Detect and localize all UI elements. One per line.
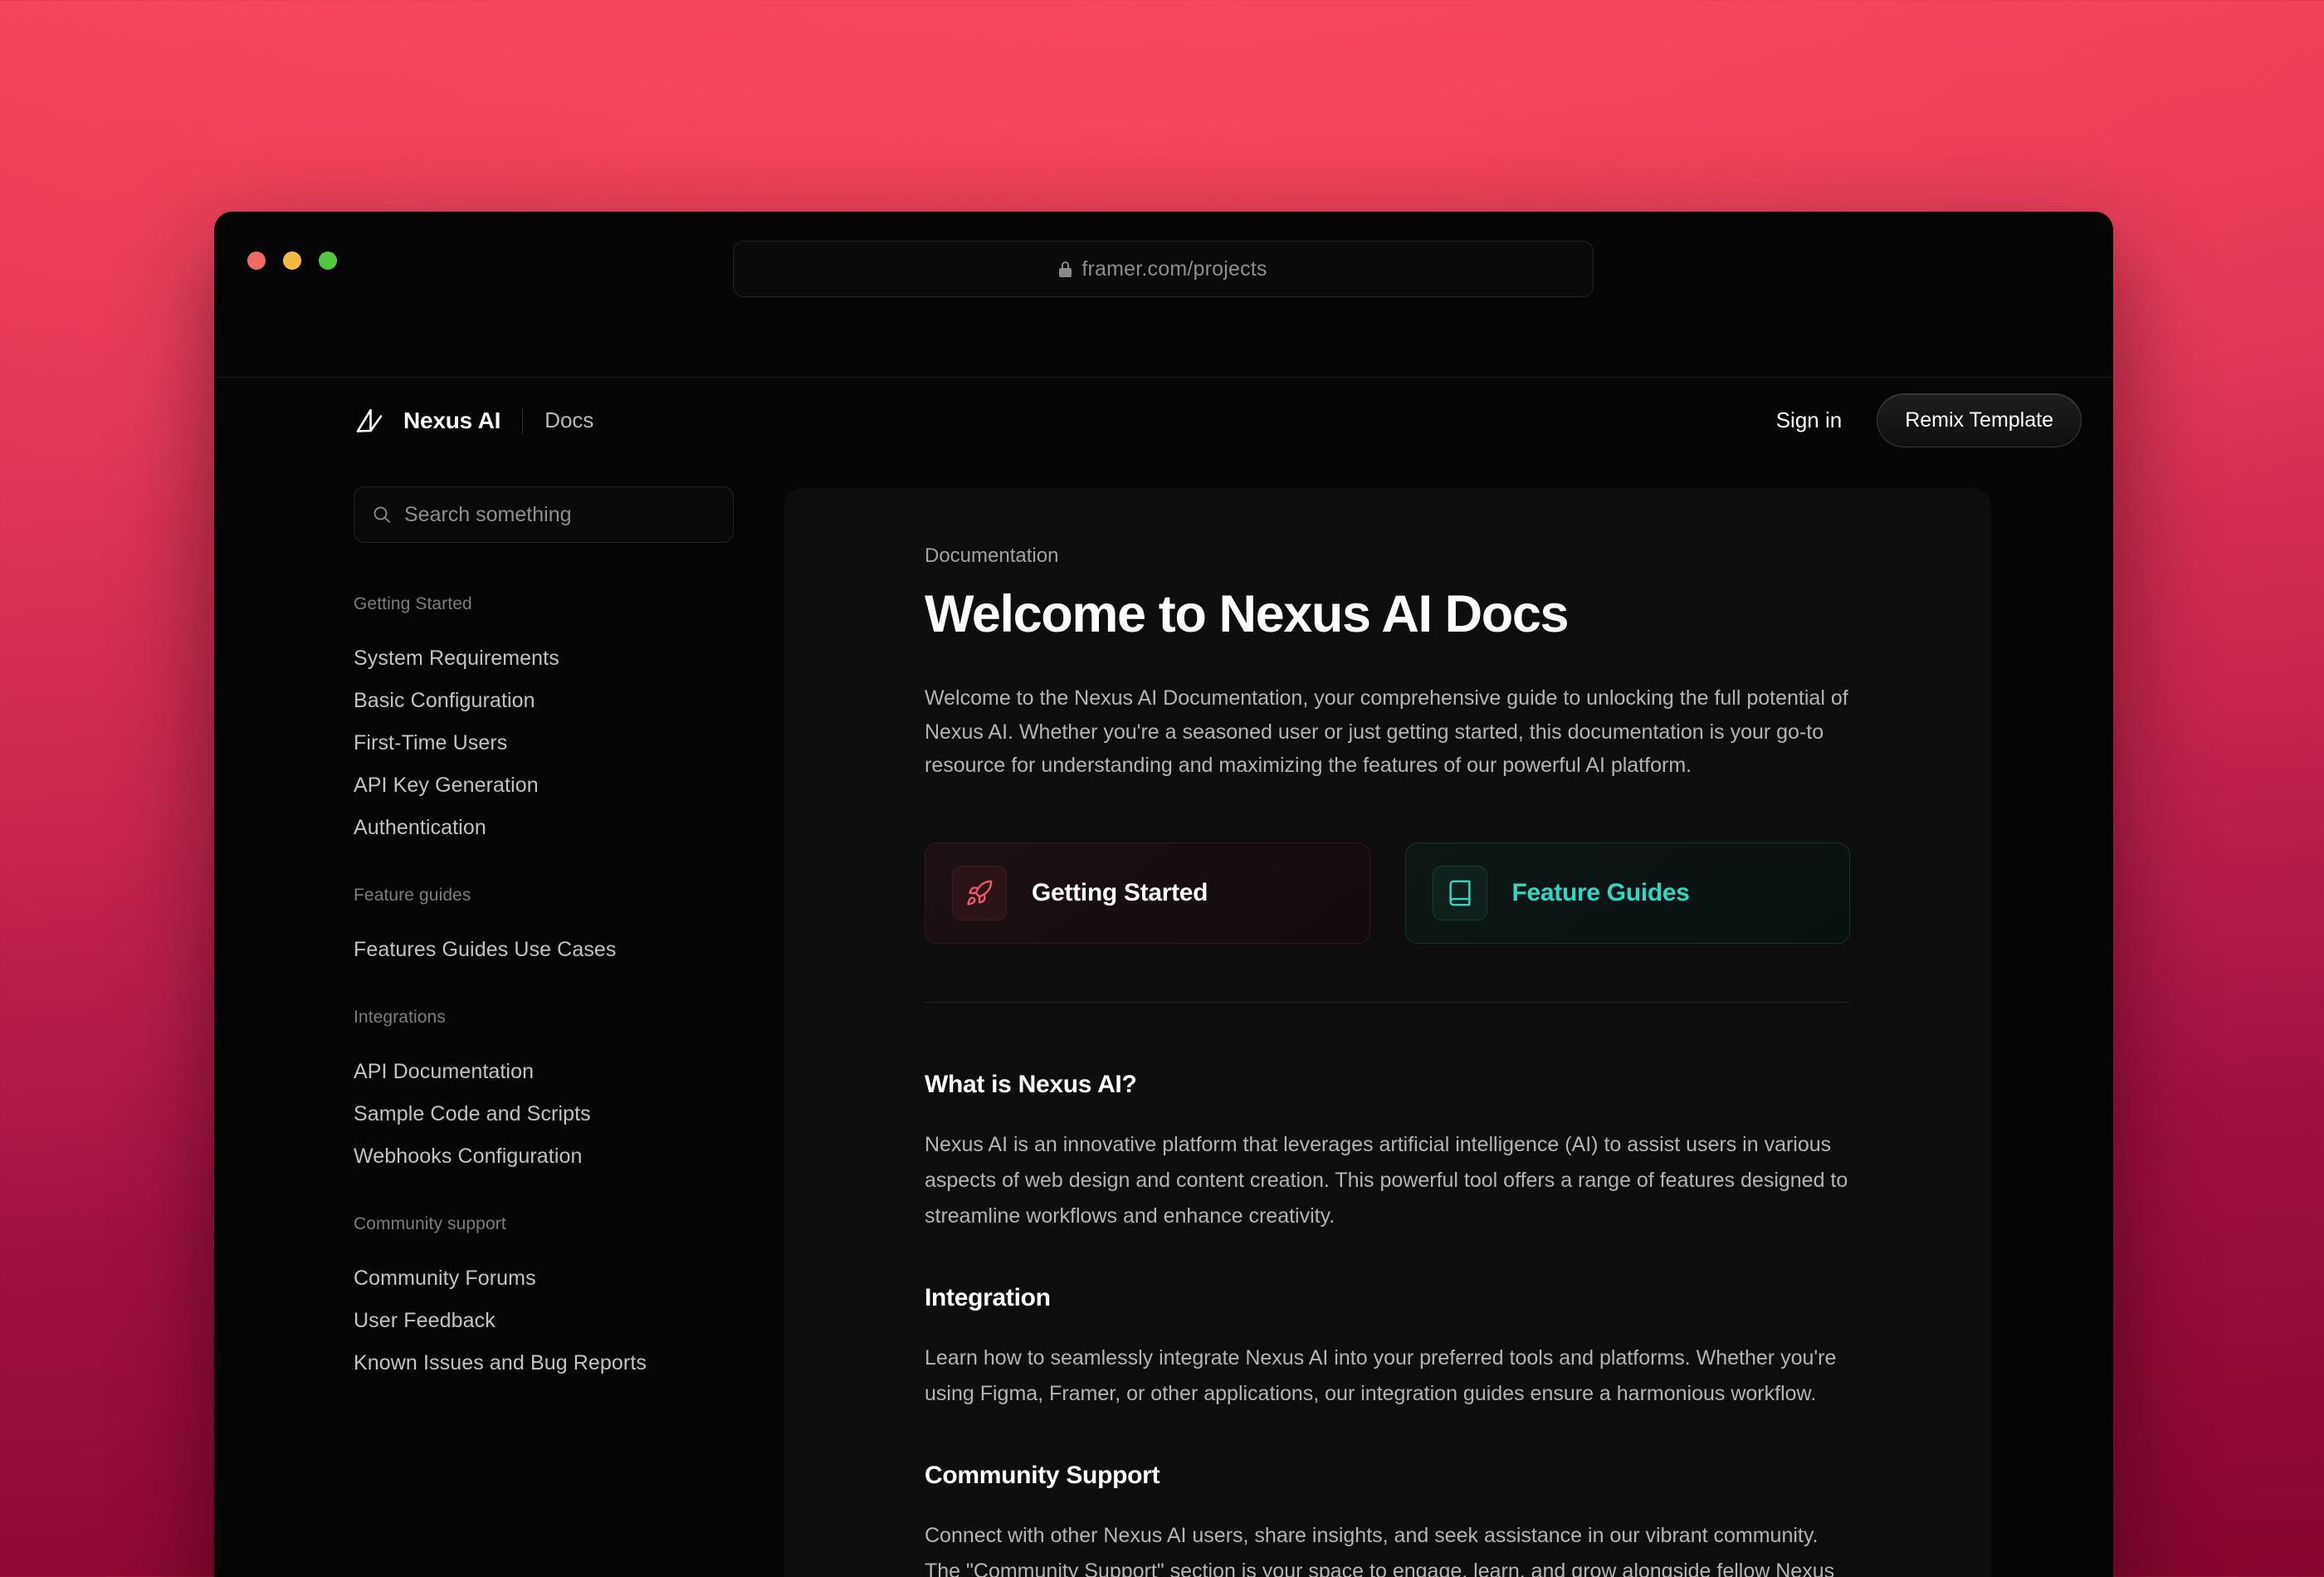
section-what-is-nexus-ai: What is Nexus AI? Nexus AI is an innovat…: [925, 1071, 1850, 1234]
section-title: Integration: [925, 1283, 1051, 1311]
search-box[interactable]: [354, 486, 734, 543]
brand-divider: [522, 407, 524, 434]
app-body: Getting Started System Requirements Basi…: [214, 463, 2113, 1577]
maximize-window-button[interactable]: [319, 251, 337, 270]
nav-group-getting-started: Getting Started System Requirements Basi…: [354, 594, 734, 849]
url-bar[interactable]: framer.com/projects: [733, 241, 1594, 297]
section-community-support: Community Support Connect with other Nex…: [925, 1462, 1850, 1577]
browser-window: framer.com/projects Nexus AI Docs Sign i…: [214, 212, 2113, 1577]
section-title: What is Nexus AI?: [925, 1070, 1137, 1098]
nav-group-integrations: Integrations API Documentation Sample Co…: [354, 1008, 734, 1178]
sidebar: Getting Started System Requirements Basi…: [214, 463, 784, 1577]
section-body: Learn how to seamlessly integrate Nexus …: [925, 1345, 1837, 1405]
sidebar-item-basic-configuration[interactable]: Basic Configuration: [354, 680, 734, 722]
breadcrumb: Documentation: [925, 544, 1059, 567]
minimize-window-button[interactable]: [283, 251, 301, 270]
section-body: Connect with other Nexus AI users, share…: [925, 1523, 1835, 1577]
section-integration: Integration Learn how to seamlessly inte…: [925, 1284, 1850, 1412]
sidebar-item-features-guides-use-cases[interactable]: Features Guides Use Cases: [354, 929, 734, 971]
quick-link-cards: Getting Started Feature Guides: [925, 842, 1850, 944]
sidebar-item-known-issues[interactable]: Known Issues and Bug Reports: [354, 1342, 734, 1384]
card-feature-guides[interactable]: Feature Guides: [1404, 842, 1850, 944]
sidebar-item-authentication[interactable]: Authentication: [354, 807, 734, 849]
brand-name: Nexus AI: [403, 407, 501, 433]
sign-in-button[interactable]: Sign in: [1773, 403, 1846, 438]
card-label: Feature Guides: [1511, 878, 1691, 906]
brand-section-label[interactable]: Docs: [544, 408, 593, 433]
sidebar-item-sample-code-scripts[interactable]: Sample Code and Scripts: [354, 1093, 734, 1135]
nav-group-feature-guides: Feature guides Features Guides Use Cases: [354, 886, 734, 971]
lock-icon: [1059, 261, 1072, 277]
book-icon: [1432, 865, 1487, 920]
sidebar-item-api-documentation[interactable]: API Documentation: [354, 1051, 734, 1093]
browser-chrome: framer.com/projects: [214, 212, 2113, 378]
card-getting-started[interactable]: Getting Started: [925, 842, 1370, 944]
close-window-button[interactable]: [247, 251, 266, 270]
rocket-icon: [952, 865, 1007, 920]
section-title: Community Support: [925, 1461, 1160, 1489]
search-input[interactable]: [404, 502, 715, 527]
remix-template-button[interactable]: Remix Template: [1877, 393, 2082, 447]
sidebar-item-webhooks-configuration[interactable]: Webhooks Configuration: [354, 1135, 734, 1178]
card-label: Getting Started: [1032, 878, 1208, 906]
sidebar-item-system-requirements[interactable]: System Requirements: [354, 637, 734, 680]
section-divider: [925, 1001, 1850, 1003]
sidebar-item-community-forums[interactable]: Community Forums: [354, 1257, 734, 1300]
brand[interactable]: Nexus AI Docs: [354, 405, 593, 437]
sidebar-item-user-feedback[interactable]: User Feedback: [354, 1300, 734, 1342]
url-text: framer.com/projects: [1081, 256, 1267, 281]
content-panel: Documentation Welcome to Nexus AI Docs W…: [784, 488, 1991, 1577]
search-icon: [374, 506, 390, 523]
sidebar-item-first-time-users[interactable]: First-Time Users: [354, 722, 734, 764]
traffic-lights: [247, 251, 337, 270]
section-body: Nexus AI is an innovative platform that …: [925, 1132, 1848, 1228]
nav-group-title: Integrations: [354, 1008, 446, 1027]
site-header: Nexus AI Docs Sign in Remix Template: [214, 378, 2113, 463]
page-title: Welcome to Nexus AI Docs: [925, 585, 1570, 643]
nav-group-title: Getting Started: [354, 594, 472, 613]
nexus-logo-icon: [356, 408, 383, 432]
header-actions: Sign in Remix Template: [1773, 393, 2082, 447]
sidebar-item-api-key-generation[interactable]: API Key Generation: [354, 764, 734, 807]
content-wrapper: Documentation Welcome to Nexus AI Docs W…: [784, 463, 2113, 1577]
intro-paragraph: Welcome to the Nexus AI Documentation, y…: [925, 686, 1848, 778]
nav-group-community-support: Community support Community Forums User …: [354, 1214, 734, 1384]
nav-group-title: Feature guides: [354, 886, 471, 905]
nav-group-title: Community support: [354, 1214, 506, 1233]
